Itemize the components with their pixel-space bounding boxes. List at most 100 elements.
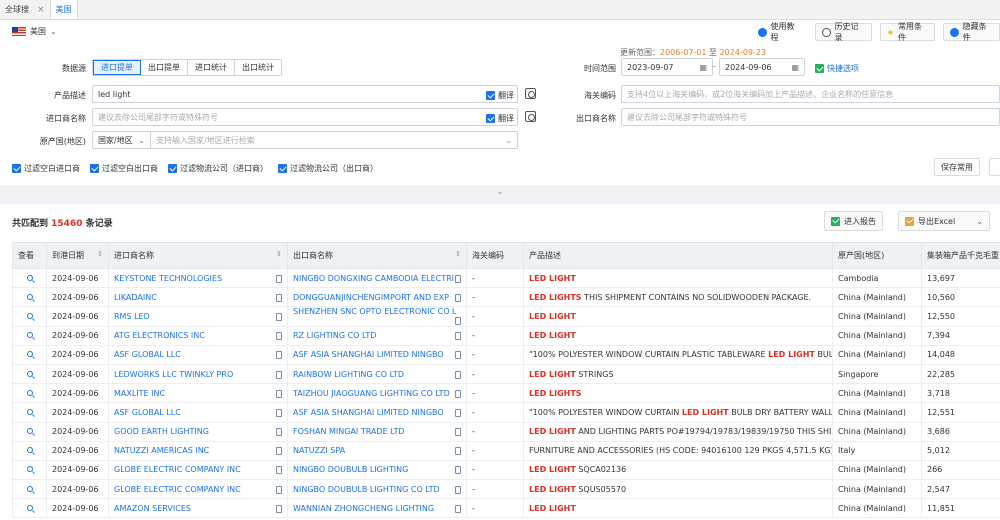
importer-cell[interactable]: NATUZZI AMERICAS INC [108,440,288,461]
copy-icon[interactable] [455,293,461,302]
view-cell[interactable] [12,363,47,385]
view-cell[interactable] [12,440,47,461]
product-input[interactable]: led light [92,85,518,103]
source-import-stats[interactable]: 进口统计 [188,60,235,75]
copy-icon[interactable] [276,466,282,475]
filter-logistics-exporter[interactable]: 过滤物流公司（出口商） [278,163,378,174]
sort-icon[interactable]: ⇕ [455,250,461,258]
exporter-cell[interactable]: RAINBOW LIGHTING CO LTD [287,363,467,385]
exporter-cell[interactable]: NINGBO DONGXING CAMBODIA ELECTRI [287,267,467,289]
search-icon[interactable] [26,312,33,319]
importer-translate-toggle[interactable]: 翻译 [486,113,514,124]
exporter-name[interactable]: DONGGUANJINCHENGIMPORT AND EXP [293,293,449,302]
sort-icon[interactable]: ⇕ [97,250,103,258]
importer-name[interactable]: ASF GLOBAL LLC [114,408,181,417]
view-cell[interactable] [12,344,47,365]
filter-logistics-importer[interactable]: 过滤物流公司（进口商） [168,163,268,174]
exporter-name[interactable]: WANNIAN ZHONGCHENG LIGHTING [293,504,434,513]
view-cell[interactable] [12,383,47,404]
source-export-bill[interactable]: 出口提单 [141,60,188,75]
copy-icon[interactable] [455,466,461,475]
importer-cell[interactable]: ASF GLOBAL LLC [108,402,288,423]
search-icon[interactable] [26,332,33,339]
exporter-cell[interactable]: NINGBO DOUBULB LIGHTING CO LTD [287,479,467,500]
copy-icon[interactable] [276,370,282,379]
importer-name[interactable]: LEDWORKS LLC TWINKLY PRO [114,370,233,379]
copy-icon[interactable] [276,274,282,283]
importer-name[interactable]: MAXLITE INC [114,389,165,398]
col-exporter[interactable]: 出口商名称 ⇕ [287,242,467,269]
copy-icon[interactable] [455,274,461,283]
importer-name[interactable]: GLOBE ELECTRIC COMPANY INC [114,465,241,474]
exporter-name[interactable]: SHENZHEN SNC OPTO ELECTRONIC CO L [293,308,457,317]
source-export-stats[interactable]: 出口统计 [235,60,281,75]
view-cell[interactable] [12,459,47,481]
view-cell[interactable] [12,402,47,423]
view-cell[interactable] [12,306,47,327]
importer-cell[interactable]: KEYSTONE TECHNOLOGIES [108,267,288,289]
origin-select[interactable]: 国家/地区 ⌄ [93,132,151,148]
exporter-name[interactable]: RAINBOW LIGHTING CO LTD [293,370,404,379]
origin-placeholder[interactable]: 支持输入国家/地区进行检索 [151,135,505,146]
view-cell[interactable] [12,325,47,346]
importer-name[interactable]: ASF GLOBAL LLC [114,350,181,359]
copy-icon[interactable] [276,389,282,398]
product-translate-toggle[interactable]: 翻译 [486,90,514,101]
table-row[interactable]: 2024-09-06 LIKADAINC DONGGUANJINCHENGIMPOR… [12,287,1000,308]
search-icon[interactable] [26,408,33,415]
filter-blank-exporter[interactable]: 过滤空白出口商 [90,163,158,174]
search-settings-icon[interactable] [525,88,536,101]
filter-blank-importer[interactable]: 过滤空白进口商 [12,163,80,174]
sort-icon[interactable]: ⇕ [276,250,282,258]
exporter-name[interactable]: ASF ASIA SHANGHAI LIMITED NINGBO [293,350,444,359]
common-conditions-button[interactable]: ★ 常用条件 [879,22,936,42]
search-icon[interactable] [26,504,33,511]
exporter-input[interactable]: 建议去除公司尾部字符或特殊符号 [621,108,1000,126]
exporter-cell[interactable]: NATUZZI SPA [287,440,467,461]
importer-name[interactable]: GOOD EARTH LIGHTING [114,427,209,436]
search-icon[interactable] [26,428,33,435]
table-row[interactable]: 2024-09-06 GOOD EARTH LIGHTING FOSHAN MING… [12,421,1000,442]
exporter-cell[interactable]: ASF ASIA SHANGHAI LIMITED NINGBO [287,402,467,423]
hs-input[interactable]: 支持4位以上海关编码，或2位海关编码加上产品描述、企业名称的任意信息 [621,85,1000,103]
view-cell[interactable] [12,267,47,289]
col-importer[interactable]: 进口商名称 ⇕ [108,242,288,269]
table-row[interactable]: 2024-09-06 ATG ELECTRONICS INC RZ LIGHTING… [12,325,1000,346]
hide-conditions-button[interactable]: 隐藏条件 [943,22,1000,42]
search-icon[interactable] [26,274,33,281]
exporter-name[interactable]: NINGBO DONGXING CAMBODIA ELECTRI [293,274,454,283]
table-row[interactable]: 2024-09-06 RMS LED SHENZHEN SNC OPTO ELECT… [12,306,1000,327]
importer-name[interactable]: ATG ELECTRONICS INC [114,331,205,340]
exporter-cell[interactable]: NINGBO DOUBULB LIGHTING [287,459,467,481]
importer-cell[interactable]: RMS LED [108,306,288,327]
importer-name[interactable]: RMS LED [114,312,150,321]
export-excel-button[interactable]: 导出Excel ⌄ [898,211,990,231]
copy-icon[interactable] [276,408,282,417]
importer-name[interactable]: AMAZON SERVICES [114,504,191,513]
date-start-field[interactable]: 2023-09-07 ▦ [621,58,713,76]
history-button[interactable]: 历史记录 [814,22,872,42]
col-date[interactable]: 到港日期 ⇕ [46,242,109,269]
copy-icon[interactable] [276,332,282,341]
importer-input[interactable]: 建议去除公司尾部字符或特殊符号 [92,108,518,126]
table-row[interactable]: 2024-09-06 NATUZZI AMERICAS INC NATUZZI SP… [12,440,1000,461]
more-button[interactable] [989,158,1000,176]
table-row[interactable]: 2024-09-06 ASF GLOBAL LLC ASF ASIA SHANGHA… [12,402,1000,423]
importer-cell[interactable]: LIKADAINC [108,287,288,308]
importer-cell[interactable]: MAXLITE INC [108,383,288,404]
view-cell[interactable] [12,287,47,308]
copy-icon[interactable] [455,408,461,417]
copy-icon[interactable] [455,351,461,360]
collapse-toggle[interactable]: ⌄ [0,186,1000,196]
table-row[interactable]: 2024-09-06 LEDWORKS LLC TWINKLY PRO RAINBO… [12,363,1000,385]
exporter-cell[interactable]: RZ LIGHTING CO LTD [287,325,467,346]
exporter-cell[interactable]: FOSHAN MINGAI TRADE LTD [287,421,467,442]
country-selector[interactable]: 美国 ⌄ [12,26,57,37]
copy-icon[interactable] [276,428,282,437]
view-cell[interactable] [12,421,47,442]
search-icon[interactable] [26,351,33,358]
copy-icon[interactable] [455,504,461,513]
tutorial-button[interactable]: 使用教程 [752,22,807,42]
exporter-name[interactable]: NINGBO DOUBULB LIGHTING [293,465,408,474]
quick-options-link[interactable]: 快捷选项 [815,63,859,74]
